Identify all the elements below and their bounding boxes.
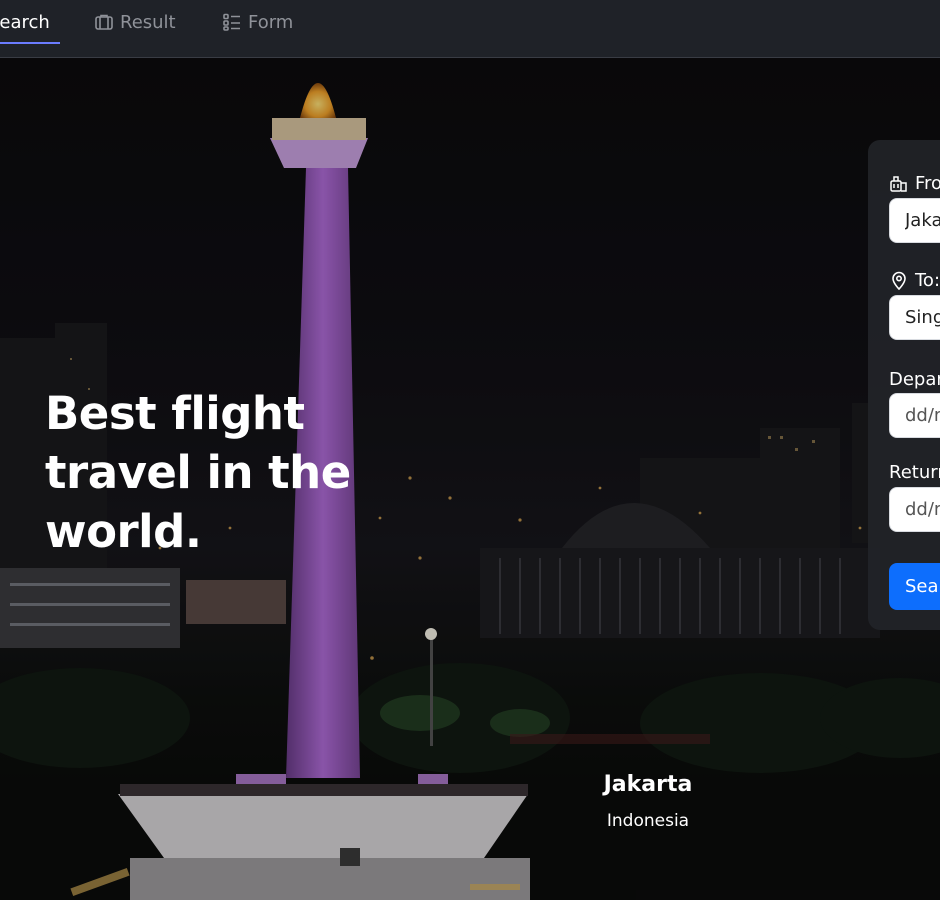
caption-country: Indonesia	[606, 811, 690, 831]
luggage-icon	[890, 175, 907, 192]
hero-headline: Best flight travel in the world.	[45, 387, 351, 558]
from-input[interactable]	[889, 198, 940, 243]
top-navigation: Search Result Form	[0, 0, 940, 58]
caption-city: Jakarta	[603, 772, 693, 797]
from-label: From:	[889, 173, 940, 194]
tab-search[interactable]: Search	[0, 0, 60, 44]
flight-search-form: From: To: Departure: Return: Search	[868, 140, 940, 630]
tab-search-label: Search	[0, 11, 50, 33]
map-pin-icon	[892, 271, 906, 290]
suitcase-icon	[95, 14, 113, 30]
tab-form-label: Form	[248, 11, 294, 33]
return-date-input[interactable]	[889, 487, 940, 532]
hero-section: Best flight travel in the world. Jakarta…	[0, 58, 940, 900]
tab-form[interactable]: Form	[222, 0, 293, 44]
departure-label: Departure:	[889, 369, 940, 390]
tab-result[interactable]: Result	[94, 0, 176, 44]
to-label: To:	[889, 270, 940, 291]
search-button[interactable]: Search	[889, 563, 940, 610]
tab-result-label: Result	[120, 11, 176, 33]
carousel-caption: Jakarta Indonesia	[560, 772, 736, 831]
departure-date-input[interactable]	[889, 393, 940, 438]
form-list-icon	[223, 13, 240, 31]
to-input[interactable]	[889, 295, 940, 340]
return-label: Return:	[889, 462, 940, 483]
